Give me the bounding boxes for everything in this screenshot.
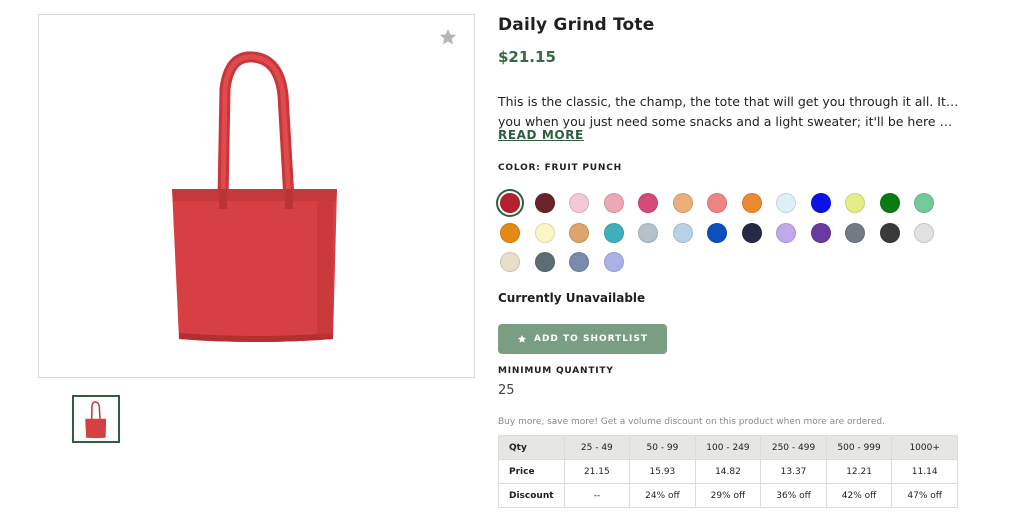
table-cell: 12.21 [825, 459, 893, 484]
color-swatch[interactable] [638, 222, 658, 243]
color-swatch[interactable] [914, 222, 934, 243]
availability-status: Currently Unavailable [498, 291, 646, 305]
color-swatches [498, 190, 960, 280]
volume-pricing-table: Qty 25 - 49 50 - 99 100 - 249 250 - 499 … [498, 435, 958, 508]
color-swatch[interactable] [879, 193, 900, 213]
table-cell: 13.37 [760, 459, 827, 484]
table-header: 1000+ [891, 435, 958, 460]
description-line: This is the classic, the champ, the tote… [498, 94, 960, 109]
product-price: $21.15 [498, 48, 556, 66]
volume-discount-note: Buy more, save more! Get a volume discou… [498, 417, 885, 427]
table-cell: 21.15 [563, 459, 631, 484]
star-icon[interactable] [438, 27, 458, 47]
thumbnail-image[interactable] [72, 395, 120, 443]
color-swatch[interactable] [534, 193, 555, 213]
color-swatch[interactable] [500, 222, 520, 243]
color-swatch[interactable] [707, 222, 727, 243]
minimum-quantity-label: MINIMUM QUANTITY [498, 366, 614, 376]
table-cell: 24% off [629, 483, 696, 508]
table-header: 250 - 499 [760, 435, 827, 460]
table-cell: 15.93 [629, 459, 696, 484]
product-title: Daily Grind Tote [498, 15, 655, 35]
color-swatch[interactable] [672, 222, 693, 243]
color-label: COLOR: FRUIT PUNCH [498, 163, 622, 173]
color-swatch[interactable] [638, 193, 658, 213]
color-swatch[interactable] [845, 222, 865, 243]
color-swatch[interactable] [569, 252, 589, 272]
product-description: This is the classic, the champ, the tote… [498, 92, 960, 132]
table-header-row: Qty 25 - 49 50 - 99 100 - 249 250 - 499 … [498, 435, 958, 460]
color-swatch[interactable] [603, 252, 624, 272]
color-swatch[interactable] [810, 222, 831, 243]
table-header: Qty [498, 435, 565, 460]
table-cell: 47% off [891, 483, 958, 508]
color-swatch[interactable] [741, 222, 762, 243]
color-swatch[interactable] [603, 193, 624, 213]
color-swatch[interactable] [776, 222, 796, 243]
table-cell: 29% off [694, 483, 762, 508]
table-cell: 42% off [825, 483, 893, 508]
color-swatch[interactable] [845, 193, 865, 213]
table-header: 25 - 49 [563, 435, 631, 460]
color-swatch[interactable] [879, 222, 900, 243]
color-swatch[interactable] [500, 252, 520, 272]
read-more-link[interactable]: READ MORE [498, 128, 584, 142]
tote-thumbnail-icon [85, 401, 107, 439]
table-header: 500 - 999 [825, 435, 893, 460]
table-row: Discount -- 24% off 29% off 36% off 42% … [498, 483, 958, 508]
color-swatch[interactable] [569, 193, 589, 213]
table-row: Price 21.15 15.93 14.82 13.37 12.21 11.1… [498, 459, 958, 484]
table-cell: Discount [498, 483, 565, 508]
add-to-shortlist-label: ADD TO SHORTLIST [534, 334, 648, 344]
color-swatch[interactable] [776, 193, 796, 213]
table-cell: 36% off [760, 483, 827, 508]
color-swatch[interactable] [603, 222, 624, 243]
color-swatch[interactable] [810, 193, 831, 213]
color-swatch[interactable] [672, 193, 693, 213]
product-main-image [38, 14, 475, 378]
table-header: 50 - 99 [629, 435, 696, 460]
star-icon [517, 335, 527, 343]
table-cell: Price [498, 459, 565, 484]
table-header: 100 - 249 [694, 435, 762, 460]
color-swatch[interactable] [534, 252, 555, 272]
color-swatch[interactable] [534, 222, 555, 243]
table-cell: -- [563, 483, 631, 508]
tote-bag-image [172, 51, 337, 342]
add-to-shortlist-button[interactable]: ADD TO SHORTLIST [498, 324, 667, 354]
color-swatch[interactable] [914, 193, 934, 213]
color-swatch[interactable] [500, 193, 520, 213]
minimum-quantity-value: 25 [498, 383, 515, 398]
color-swatch[interactable] [741, 193, 762, 213]
table-cell: 11.14 [891, 459, 958, 484]
color-swatch[interactable] [707, 193, 727, 213]
color-swatch[interactable] [569, 222, 589, 243]
table-cell: 14.82 [694, 459, 762, 484]
